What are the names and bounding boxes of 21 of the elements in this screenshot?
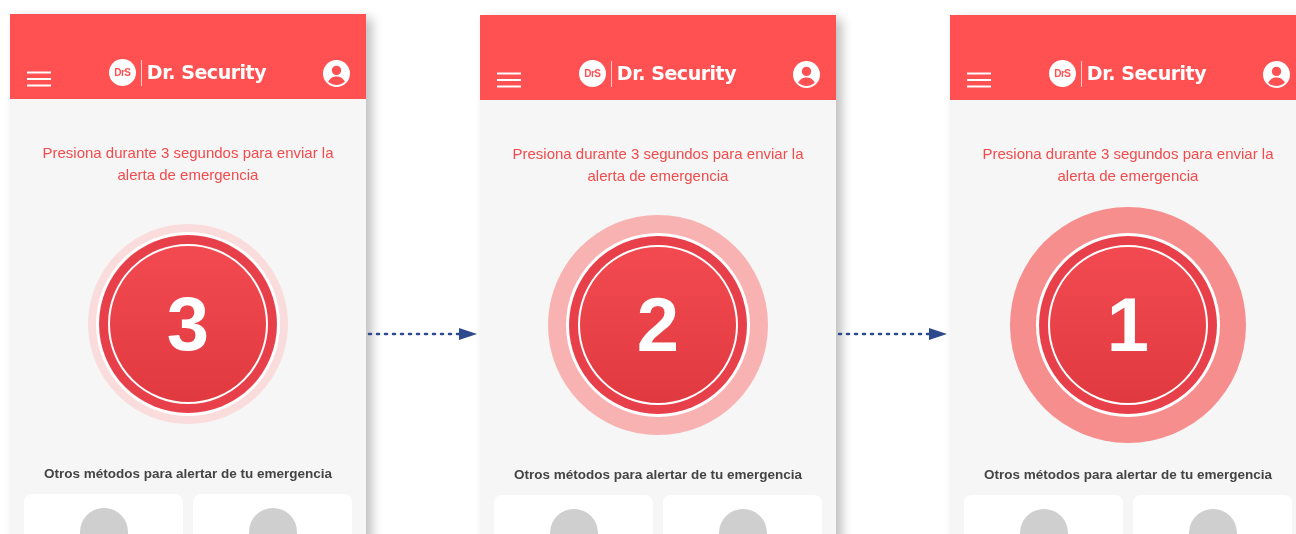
other-methods-title: Otros métodos para alertar de tu emergencia xyxy=(42,464,334,483)
app-title: Dr. Security xyxy=(616,61,737,87)
user-icon[interactable] xyxy=(323,59,350,87)
user-icon[interactable] xyxy=(1263,60,1290,88)
logo-badge: DrS xyxy=(1048,60,1076,88)
emergency-countdown-button[interactable]: 2 xyxy=(566,232,750,417)
other-methods-title: Otros métodos para alertar de tu emergencia xyxy=(512,465,804,484)
other-methods-title: Otros métodos para alertar de tu emergencia xyxy=(982,465,1274,484)
user-icon[interactable] xyxy=(793,60,820,88)
menu-icon[interactable] xyxy=(496,71,522,88)
app-title: Dr. Security xyxy=(146,60,267,86)
app-title: Dr. Security xyxy=(1086,61,1207,87)
menu-icon[interactable] xyxy=(966,71,992,88)
instruction-text: Presiona durante 3 segundos para enviar la alerta de emergencia xyxy=(511,143,805,186)
emergency-countdown-button[interactable]: 1 xyxy=(1036,232,1220,417)
logo-badge: DrS xyxy=(578,60,606,88)
instruction-text: Presiona durante 3 segundos para enviar la alerta de emergencia xyxy=(41,142,335,185)
emergency-countdown-button[interactable]: 3 xyxy=(96,231,280,416)
menu-icon[interactable] xyxy=(26,70,52,87)
logo-badge: DrS xyxy=(108,59,136,87)
instruction-text: Presiona durante 3 segundos para enviar la alerta de emergencia xyxy=(981,143,1275,186)
